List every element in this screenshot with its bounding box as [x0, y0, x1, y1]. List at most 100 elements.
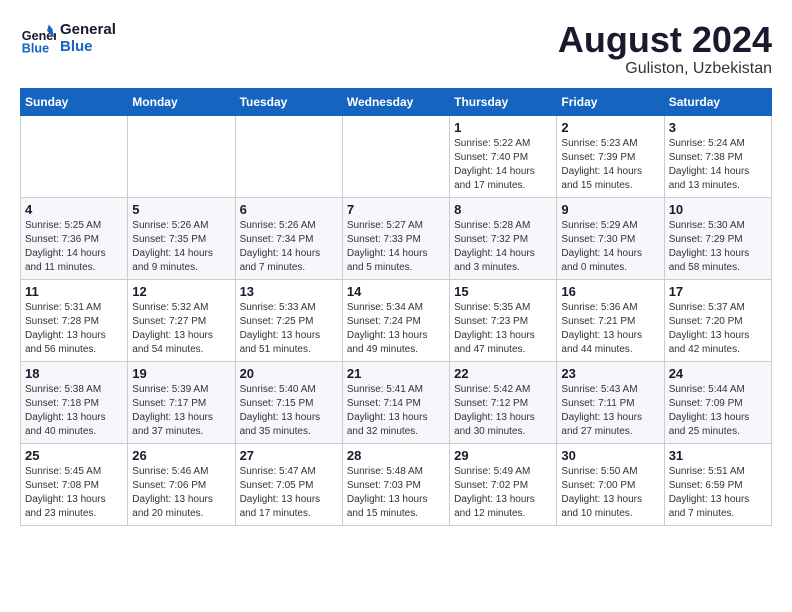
day-number: 18: [25, 366, 123, 381]
day-number: 8: [454, 202, 552, 217]
day-number: 11: [25, 284, 123, 299]
title-block: August 2024 Guliston, Uzbekistan: [558, 20, 772, 78]
day-number: 1: [454, 120, 552, 135]
calendar-cell: 14 Sunrise: 5:34 AM Sunset: 7:24 PM Dayli…: [342, 279, 449, 361]
day-number: 5: [132, 202, 230, 217]
day-info: Sunrise: 5:25 AM Sunset: 7:36 PM Dayligh…: [25, 219, 123, 275]
day-number: 19: [132, 366, 230, 381]
day-number: 16: [561, 284, 659, 299]
day-number: 20: [240, 366, 338, 381]
day-info: Sunrise: 5:39 AM Sunset: 7:17 PM Dayligh…: [132, 383, 230, 439]
calendar-cell: [128, 115, 235, 197]
day-number: 29: [454, 448, 552, 463]
day-info: Sunrise: 5:44 AM Sunset: 7:09 PM Dayligh…: [669, 383, 767, 439]
calendar-cell: 19 Sunrise: 5:39 AM Sunset: 7:17 PM Dayli…: [128, 361, 235, 443]
day-info: Sunrise: 5:23 AM Sunset: 7:39 PM Dayligh…: [561, 137, 659, 193]
day-info: Sunrise: 5:31 AM Sunset: 7:28 PM Dayligh…: [25, 301, 123, 357]
day-info: Sunrise: 5:26 AM Sunset: 7:35 PM Dayligh…: [132, 219, 230, 275]
calendar-cell: 13 Sunrise: 5:33 AM Sunset: 7:25 PM Dayli…: [235, 279, 342, 361]
calendar-cell: 11 Sunrise: 5:31 AM Sunset: 7:28 PM Dayli…: [21, 279, 128, 361]
day-info: Sunrise: 5:51 AM Sunset: 6:59 PM Dayligh…: [669, 465, 767, 521]
calendar-cell: 5 Sunrise: 5:26 AM Sunset: 7:35 PM Daylig…: [128, 197, 235, 279]
calendar-cell: 29 Sunrise: 5:49 AM Sunset: 7:02 PM Dayli…: [450, 443, 557, 525]
day-info: Sunrise: 5:28 AM Sunset: 7:32 PM Dayligh…: [454, 219, 552, 275]
day-info: Sunrise: 5:35 AM Sunset: 7:23 PM Dayligh…: [454, 301, 552, 357]
calendar-week-row: 4 Sunrise: 5:25 AM Sunset: 7:36 PM Daylig…: [21, 197, 772, 279]
calendar-cell: 12 Sunrise: 5:32 AM Sunset: 7:27 PM Dayli…: [128, 279, 235, 361]
calendar-cell: [21, 115, 128, 197]
logo-icon: General Blue: [20, 20, 56, 56]
calendar-cell: [235, 115, 342, 197]
col-header-friday: Friday: [557, 88, 664, 115]
day-info: Sunrise: 5:34 AM Sunset: 7:24 PM Dayligh…: [347, 301, 445, 357]
day-info: Sunrise: 5:38 AM Sunset: 7:18 PM Dayligh…: [25, 383, 123, 439]
calendar-cell: 30Sunrise: 5:50 AM Sunset: 7:00 PM Dayli…: [557, 443, 664, 525]
day-number: 25: [25, 448, 123, 463]
day-number: 13: [240, 284, 338, 299]
day-info: Sunrise: 5:36 AM Sunset: 7:21 PM Dayligh…: [561, 301, 659, 357]
col-header-sunday: Sunday: [21, 88, 128, 115]
day-info: Sunrise: 5:33 AM Sunset: 7:25 PM Dayligh…: [240, 301, 338, 357]
day-info: Sunrise: 5:22 AM Sunset: 7:40 PM Dayligh…: [454, 137, 552, 193]
logo-blue: Blue: [60, 38, 116, 55]
calendar-cell: 16 Sunrise: 5:36 AM Sunset: 7:21 PM Dayli…: [557, 279, 664, 361]
calendar-cell: 28Sunrise: 5:48 AM Sunset: 7:03 PM Dayli…: [342, 443, 449, 525]
calendar-cell: [342, 115, 449, 197]
calendar-cell: 26Sunrise: 5:46 AM Sunset: 7:06 PM Dayli…: [128, 443, 235, 525]
calendar-week-row: 11 Sunrise: 5:31 AM Sunset: 7:28 PM Dayli…: [21, 279, 772, 361]
day-number: 3: [669, 120, 767, 135]
calendar-cell: 17 Sunrise: 5:37 AM Sunset: 7:20 PM Dayli…: [664, 279, 771, 361]
calendar-week-row: 25 Sunrise: 5:45 AM Sunset: 7:08 PM Dayli…: [21, 443, 772, 525]
day-number: 28: [347, 448, 445, 463]
day-number: 31: [669, 448, 767, 463]
day-info: Sunrise: 5:40 AM Sunset: 7:15 PM Dayligh…: [240, 383, 338, 439]
calendar-table: SundayMondayTuesdayWednesdayThursdayFrid…: [20, 88, 772, 526]
day-info: Sunrise: 5:41 AM Sunset: 7:14 PM Dayligh…: [347, 383, 445, 439]
day-number: 9: [561, 202, 659, 217]
logo-general: General: [60, 21, 116, 38]
day-info: Sunrise: 5:24 AM Sunset: 7:38 PM Dayligh…: [669, 137, 767, 193]
col-header-wednesday: Wednesday: [342, 88, 449, 115]
calendar-cell: 9 Sunrise: 5:29 AM Sunset: 7:30 PM Daylig…: [557, 197, 664, 279]
calendar-week-row: 1 Sunrise: 5:22 AM Sunset: 7:40 PM Daylig…: [21, 115, 772, 197]
day-info: Sunrise: 5:50 AM Sunset: 7:00 PM Dayligh…: [561, 465, 659, 521]
day-number: 10: [669, 202, 767, 217]
day-info: Sunrise: 5:43 AM Sunset: 7:11 PM Dayligh…: [561, 383, 659, 439]
day-info: Sunrise: 5:45 AM Sunset: 7:08 PM Dayligh…: [25, 465, 123, 521]
calendar-cell: 25 Sunrise: 5:45 AM Sunset: 7:08 PM Dayli…: [21, 443, 128, 525]
day-number: 6: [240, 202, 338, 217]
col-header-saturday: Saturday: [664, 88, 771, 115]
calendar-cell: 15Sunrise: 5:35 AM Sunset: 7:23 PM Dayli…: [450, 279, 557, 361]
day-info: Sunrise: 5:42 AM Sunset: 7:12 PM Dayligh…: [454, 383, 552, 439]
day-number: 22: [454, 366, 552, 381]
day-info: Sunrise: 5:47 AM Sunset: 7:05 PM Dayligh…: [240, 465, 338, 521]
calendar-cell: 27Sunrise: 5:47 AM Sunset: 7:05 PM Dayli…: [235, 443, 342, 525]
calendar-cell: 4 Sunrise: 5:25 AM Sunset: 7:36 PM Daylig…: [21, 197, 128, 279]
calendar-cell: 21Sunrise: 5:41 AM Sunset: 7:14 PM Dayli…: [342, 361, 449, 443]
month-year-title: August 2024: [558, 20, 772, 60]
calendar-cell: 2Sunrise: 5:23 AM Sunset: 7:39 PM Daylig…: [557, 115, 664, 197]
day-info: Sunrise: 5:32 AM Sunset: 7:27 PM Dayligh…: [132, 301, 230, 357]
calendar-cell: 1 Sunrise: 5:22 AM Sunset: 7:40 PM Daylig…: [450, 115, 557, 197]
calendar-cell: 10Sunrise: 5:30 AM Sunset: 7:29 PM Dayli…: [664, 197, 771, 279]
day-info: Sunrise: 5:49 AM Sunset: 7:02 PM Dayligh…: [454, 465, 552, 521]
calendar-cell: 23 Sunrise: 5:43 AM Sunset: 7:11 PM Dayli…: [557, 361, 664, 443]
calendar-header-row: SundayMondayTuesdayWednesdayThursdayFrid…: [21, 88, 772, 115]
day-number: 26: [132, 448, 230, 463]
calendar-week-row: 18 Sunrise: 5:38 AM Sunset: 7:18 PM Dayli…: [21, 361, 772, 443]
day-number: 24: [669, 366, 767, 381]
calendar-cell: 24 Sunrise: 5:44 AM Sunset: 7:09 PM Dayli…: [664, 361, 771, 443]
day-number: 4: [25, 202, 123, 217]
col-header-tuesday: Tuesday: [235, 88, 342, 115]
day-info: Sunrise: 5:37 AM Sunset: 7:20 PM Dayligh…: [669, 301, 767, 357]
day-number: 7: [347, 202, 445, 217]
day-number: 12: [132, 284, 230, 299]
calendar-cell: 3 Sunrise: 5:24 AM Sunset: 7:38 PM Daylig…: [664, 115, 771, 197]
svg-text:Blue: Blue: [22, 41, 49, 55]
day-number: 14: [347, 284, 445, 299]
day-info: Sunrise: 5:29 AM Sunset: 7:30 PM Dayligh…: [561, 219, 659, 275]
page-header: General Blue General Blue August 2024 Gu…: [20, 20, 772, 78]
day-number: 23: [561, 366, 659, 381]
day-number: 17: [669, 284, 767, 299]
calendar-cell: 7Sunrise: 5:27 AM Sunset: 7:33 PM Daylig…: [342, 197, 449, 279]
